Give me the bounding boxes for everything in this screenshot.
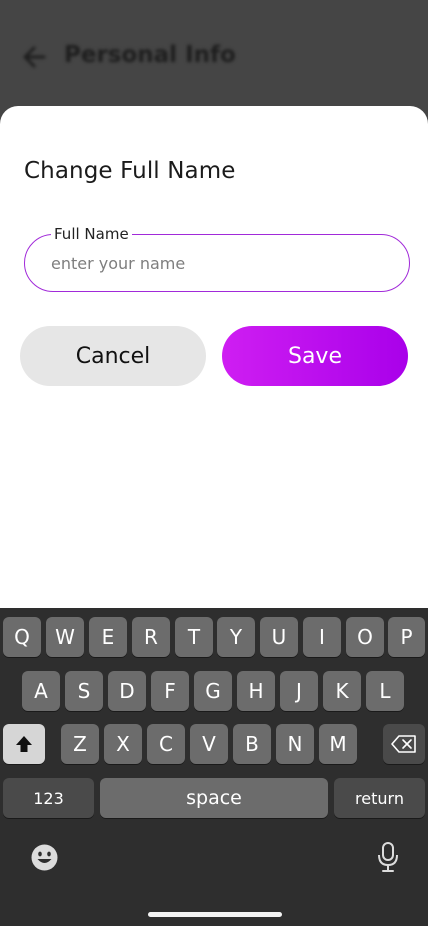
key-o[interactable]: O	[346, 617, 384, 657]
key-t[interactable]: T	[175, 617, 213, 657]
key-b[interactable]: B	[233, 724, 271, 764]
save-button[interactable]: Save	[222, 326, 408, 386]
key-q[interactable]: Q	[3, 617, 41, 657]
full-name-input[interactable]	[51, 235, 381, 291]
key-n[interactable]: N	[276, 724, 314, 764]
shift-key[interactable]	[3, 724, 45, 764]
home-indicator	[148, 912, 282, 917]
numbers-key[interactable]: 123	[3, 778, 94, 818]
key-e[interactable]: E	[89, 617, 127, 657]
key-s[interactable]: S	[65, 671, 103, 711]
key-i[interactable]: I	[303, 617, 341, 657]
key-a[interactable]: A	[22, 671, 60, 711]
background-header: Personal Info	[0, 0, 428, 120]
key-w[interactable]: W	[46, 617, 84, 657]
key-d[interactable]: D	[108, 671, 146, 711]
backspace-icon	[391, 735, 416, 753]
microphone-icon[interactable]	[376, 841, 400, 873]
key-k[interactable]: K	[323, 671, 361, 711]
key-j[interactable]: J	[280, 671, 318, 711]
key-c[interactable]: C	[147, 724, 185, 764]
emoji-icon[interactable]	[30, 843, 59, 872]
key-h[interactable]: H	[237, 671, 275, 711]
key-y[interactable]: Y	[217, 617, 255, 657]
key-g[interactable]: G	[194, 671, 232, 711]
key-z[interactable]: Z	[61, 724, 99, 764]
change-name-sheet: Change Full Name Full Name Cancel Save	[0, 106, 428, 626]
key-u[interactable]: U	[260, 617, 298, 657]
key-r[interactable]: R	[132, 617, 170, 657]
key-p[interactable]: P	[388, 617, 425, 657]
key-m[interactable]: M	[319, 724, 357, 764]
key-f[interactable]: F	[151, 671, 189, 711]
page-title: Personal Info	[64, 42, 236, 68]
keyboard: Q W E R T Y U I O P A S D F G H J K L Z …	[0, 608, 428, 926]
return-key[interactable]: return	[334, 778, 425, 818]
key-v[interactable]: V	[190, 724, 228, 764]
full-name-field[interactable]: Full Name	[24, 225, 410, 292]
key-x[interactable]: X	[104, 724, 142, 764]
sheet-title: Change Full Name	[24, 158, 236, 184]
backspace-key[interactable]	[383, 724, 425, 764]
space-key[interactable]: space	[100, 778, 328, 818]
key-l[interactable]: L	[366, 671, 404, 711]
cancel-button[interactable]: Cancel	[20, 326, 206, 386]
shift-icon	[16, 736, 32, 752]
arrow-left-icon	[23, 46, 46, 68]
